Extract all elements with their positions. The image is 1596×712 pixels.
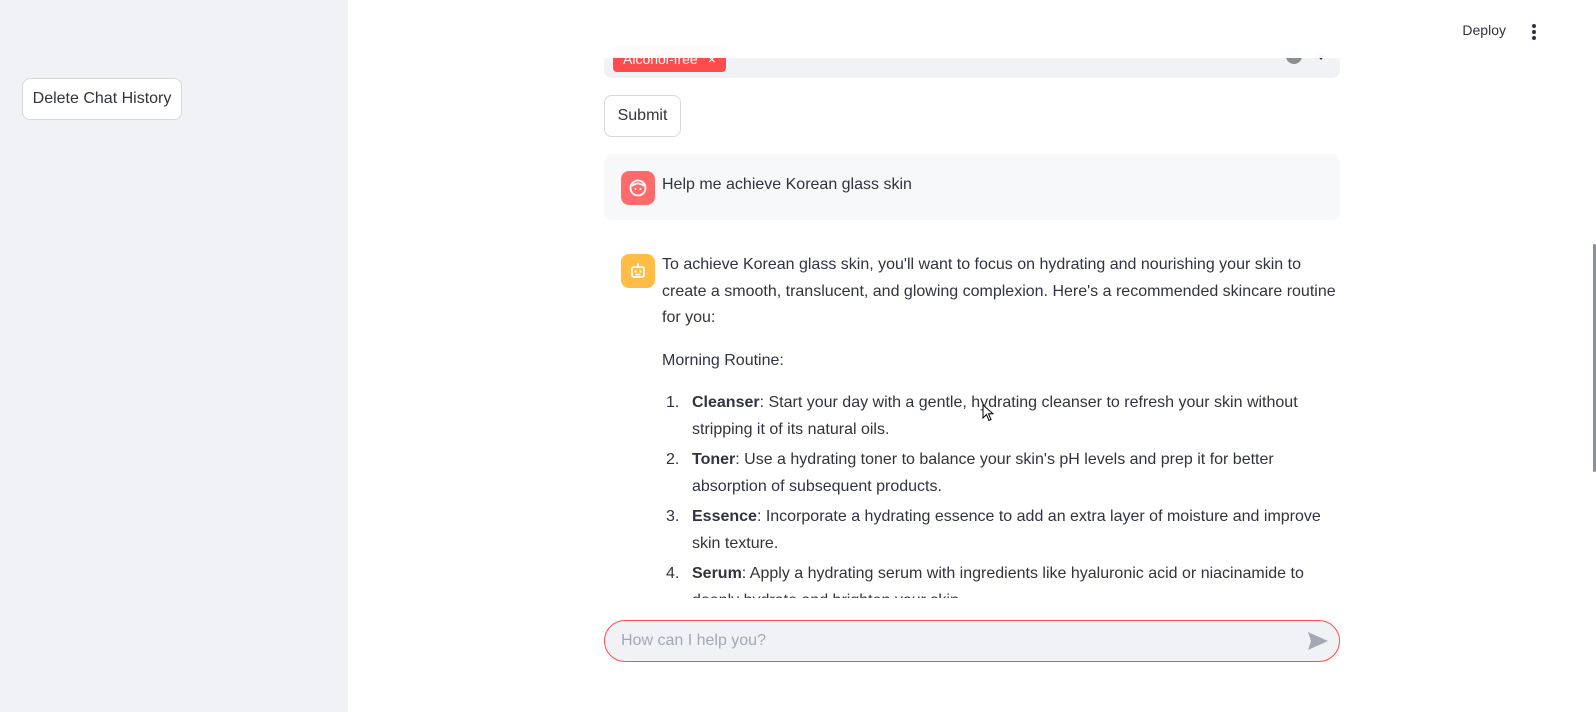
delete-chat-history-button[interactable]: Delete Chat History: [22, 78, 182, 120]
send-icon[interactable]: [1307, 631, 1329, 651]
step-text: : Use a hydrating toner to balance your …: [692, 451, 1274, 495]
step-number: 4.: [666, 565, 680, 582]
step-title: Essence: [692, 508, 757, 525]
list-item: 2. Toner: Use a hydrating toner to balanc…: [662, 447, 1342, 500]
main-content: Alcohol-free × × Submit Help me achieve …: [348, 0, 1596, 712]
sidebar: Delete Chat History: [0, 0, 348, 712]
step-number: 3.: [666, 508, 680, 525]
step-title: Serum: [692, 565, 742, 582]
assistant-message-content: To achieve Korean glass skin, you'll wan…: [662, 252, 1342, 618]
user-message-text: Help me achieve Korean glass skin: [662, 176, 912, 193]
step-text: : Start your day with a gentle, hydratin…: [692, 394, 1298, 438]
step-title: Toner: [692, 451, 736, 468]
assistant-intro: To achieve Korean glass skin, you'll wan…: [662, 256, 1336, 326]
top-header: Deploy: [348, 0, 1596, 58]
user-avatar-icon: [621, 171, 655, 205]
robot-icon: [621, 254, 655, 288]
submit-button[interactable]: Submit: [604, 95, 681, 137]
chat-input[interactable]: [621, 621, 1281, 661]
section-title: Morning Routine:: [662, 351, 784, 369]
routine-steps-list: 1. Cleanser: Start your day with a gentle…: [662, 390, 1342, 614]
step-number: 1.: [666, 394, 680, 411]
user-message: Help me achieve Korean glass skin: [604, 154, 1340, 220]
kebab-menu-icon[interactable]: [1524, 22, 1544, 42]
list-item: 3. Essence: Incorporate a hydrating essen…: [662, 504, 1342, 557]
list-item: 1. Cleanser: Start your day with a gentle…: [662, 390, 1342, 443]
deploy-button[interactable]: Deploy: [1462, 22, 1506, 38]
step-title: Cleanser: [692, 394, 760, 411]
mouse-cursor-icon: [982, 404, 994, 422]
step-text: : Incorporate a hydrating essence to add…: [692, 508, 1321, 552]
chat-input-container[interactable]: [604, 620, 1340, 662]
step-number: 2.: [666, 451, 680, 468]
